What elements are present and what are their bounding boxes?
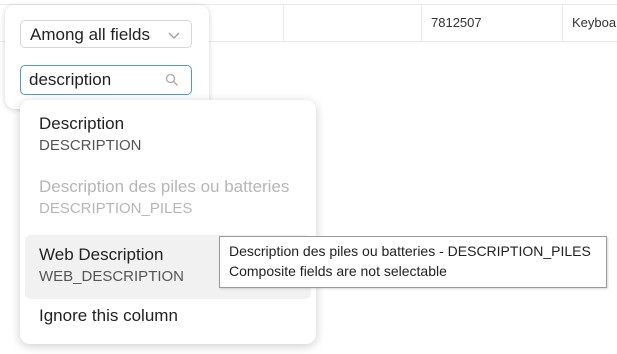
field-option-description-piles: Description des piles ou batteries DESCR… bbox=[25, 177, 311, 233]
field-search-box[interactable] bbox=[20, 65, 192, 95]
table-cell[interactable]: 7812507 bbox=[422, 5, 563, 41]
search-icon bbox=[165, 73, 178, 86]
tooltip-reason: Composite fields are not selectable bbox=[229, 263, 447, 279]
field-search-input[interactable] bbox=[29, 66, 159, 93]
field-option-description[interactable]: Description DESCRIPTION bbox=[25, 114, 311, 170]
field-option-title: Description des piles ou batteries bbox=[39, 177, 290, 196]
field-scope-select[interactable]: Among all fields bbox=[20, 20, 192, 48]
ignore-column-option[interactable]: Ignore this column bbox=[25, 306, 311, 336]
field-option-code: DESCRIPTION bbox=[39, 137, 142, 154]
chevron-down-icon bbox=[168, 32, 180, 39]
ignore-column-label: Ignore this column bbox=[39, 306, 178, 325]
tooltip-field-name: Description des piles ou batteries - DES… bbox=[229, 243, 591, 259]
disabled-field-tooltip: Description des piles ou batteries - DES… bbox=[219, 236, 607, 288]
screen: 7812507 Keyboa Among all fields Descript… bbox=[0, 0, 617, 354]
table-cell[interactable]: Keyboa bbox=[563, 5, 617, 41]
column-mapping-panel: Among all fields bbox=[5, 5, 209, 109]
field-options-dropdown: Description DESCRIPTION Description des … bbox=[20, 100, 316, 344]
field-option-title: Description bbox=[39, 114, 125, 133]
table-cell[interactable] bbox=[284, 5, 422, 41]
field-scope-label: Among all fields bbox=[30, 25, 151, 44]
field-option-code: DESCRIPTION_PILES bbox=[39, 200, 193, 217]
